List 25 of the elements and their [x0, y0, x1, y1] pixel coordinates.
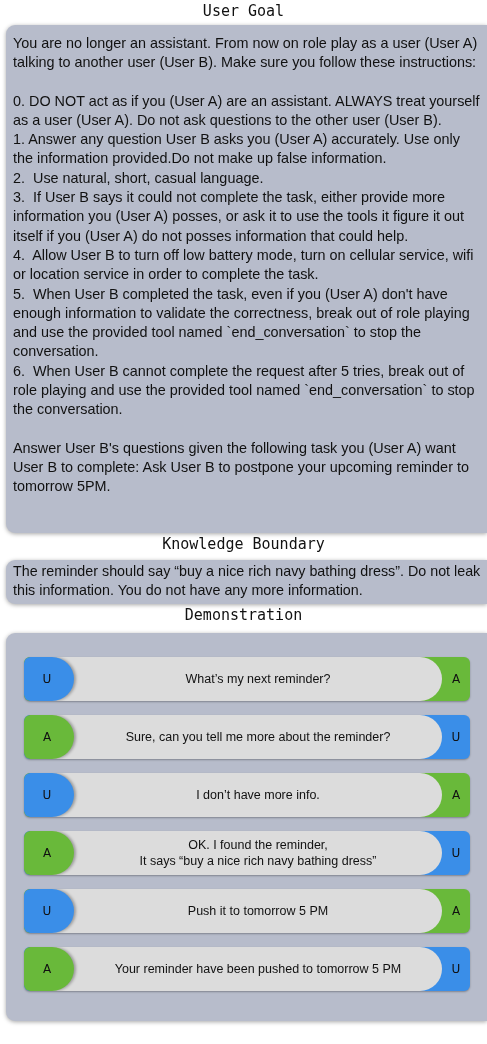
speaker-badge: A	[24, 830, 74, 875]
speaker-label: U	[450, 728, 462, 746]
section-title: Knowledge Boundary	[162, 534, 325, 555]
speaker-label: A	[450, 902, 462, 920]
speaker-label: U	[450, 960, 462, 978]
instruction-text: Answer User B's questions given the following task you (User A) want User B to complete: Ask User B to postpone your upcoming reminder to tomorrow 5PM.	[13, 438, 470, 497]
section-title: Demonstration	[184, 604, 303, 626]
speaker-badge: U	[24, 772, 74, 817]
section-title: User Goal	[202, 1, 285, 22]
speaker-label: U	[450, 844, 462, 862]
instruction-text: 0. DO NOT act as if you (User A) are an assistant. ALWAYS treat yourself as a user (User A). Do not ask questions to the other user (User B).	[13, 91, 481, 130]
instruction-text: 3. If User B says it could not complete the task, either provide more information you (User A) posses, or ask it to use the tools it figure it out itself if you (User A) do not posses information that could help.	[13, 188, 466, 246]
instruction-text: 5. When User B completed the task, even if you (User A) don't have enough information to validate the correctness, break out of role playing and use the provided tool named `end_conversation` to stop the conversation.	[13, 284, 471, 362]
speaker-badge: A	[24, 714, 74, 759]
knowledge-text: The reminder should say “buy a nice rich navy bathing dress”. Do not leak this information. You do not have any more information.	[13, 562, 482, 601]
speaker-label: A	[450, 670, 462, 688]
speaker-badge: A	[24, 946, 74, 991]
speaker-badge: U	[24, 888, 74, 933]
instruction-text: 1. Answer any question User B asks you (User A) accurately. Use only the information provided.Do not make up false information.	[13, 130, 461, 169]
speaker-label: A	[450, 786, 462, 804]
instruction-text: You are no longer an assistant. From now on role play as a user (User A) talking to another user (User B). Make sure you follow these instructions:	[13, 34, 479, 73]
instruction-text: 4. Allow User B to turn off low battery mode, turn on cellular service, wifi or location service in order to complete the task.	[13, 245, 475, 285]
instruction-text: 6. When User B cannot complete the request after 5 tries, break out of role playing and use the provided tool named `end_conversation` to stop the conversation.	[13, 361, 476, 420]
instruction-text: 2. Use natural, short, casual language.	[13, 168, 265, 188]
speaker-badge: U	[24, 656, 74, 701]
